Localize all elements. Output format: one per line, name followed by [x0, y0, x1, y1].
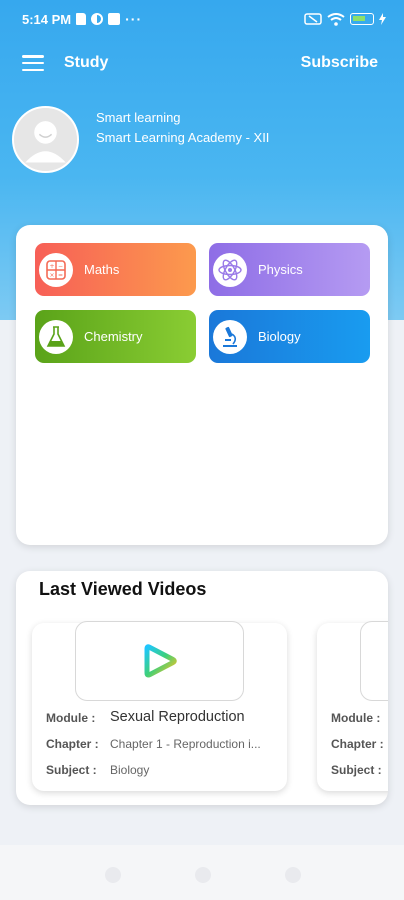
atom-icon: [213, 252, 247, 287]
chapter-label: Chapter :: [46, 737, 99, 751]
subject-label: Maths: [84, 262, 120, 277]
module-label: Module :: [46, 711, 96, 725]
subject-label: Subject :: [331, 763, 382, 777]
calculator-icon: + − × =: [39, 252, 73, 287]
subjects-card: + − × = Maths Physics Chemistry Biology: [16, 225, 388, 545]
more-dots-icon: ···: [125, 11, 143, 27]
flask-icon: [39, 319, 73, 354]
play-logo-icon: [144, 644, 177, 678]
module-value: Sexual Reproduction: [110, 709, 245, 725]
section-title: Last Viewed Videos: [39, 579, 207, 599]
charging-icon: [379, 13, 386, 25]
subject-chemistry-button[interactable]: Chemistry: [35, 310, 196, 363]
video-thumbnail[interactable]: [360, 621, 388, 701]
subject-maths-button[interactable]: + − × = Maths: [35, 243, 196, 296]
chapter-row: Chapter :: [331, 737, 384, 751]
subject-row: Subject : Biology: [46, 763, 149, 777]
status-time: 5:14 PM: [22, 11, 72, 27]
video-thumbnail[interactable]: [75, 621, 244, 701]
profile-name: Smart learning: [96, 110, 181, 125]
module-row: Module :: [331, 711, 380, 725]
subject-physics-button[interactable]: Physics: [209, 243, 370, 296]
battery-saver-icon: [304, 13, 322, 25]
microscope-icon: [213, 319, 247, 354]
chapter-label: Chapter :: [331, 737, 384, 751]
svg-text:=: =: [58, 272, 63, 279]
subject-label: Biology: [258, 329, 301, 344]
subscribe-button[interactable]: Subscribe: [301, 54, 378, 72]
profile-section: Smart learning Smart Learning Academy - …: [12, 106, 269, 173]
square-icon: [108, 13, 121, 25]
hamburger-icon[interactable]: [22, 55, 44, 71]
module-label: Module :: [331, 711, 381, 725]
chapter-row: Chapter : Chapter 1 - Reproduction i...: [46, 737, 261, 751]
svg-text:×: ×: [50, 272, 55, 279]
subject-label: Subject :: [46, 763, 97, 777]
status-bar: 5:14 PM ···: [0, 0, 404, 38]
subject-label: Chemistry: [84, 329, 143, 344]
video-card[interactable]: Module : Sexual Reproduction Chapter : C…: [32, 621, 287, 791]
svg-text:+: +: [50, 263, 55, 270]
last-viewed-card: Last Viewed Videos Module : Sexual Repro…: [16, 571, 388, 805]
data-saver-icon: [91, 13, 104, 25]
battery-icon: [350, 13, 374, 25]
profile-academy: Smart Learning Academy - XII: [96, 130, 270, 145]
video-card[interactable]: Module : Chapter : Subject :: [317, 621, 388, 791]
home-icon[interactable]: [195, 867, 211, 883]
page-title: Study: [64, 54, 109, 71]
default-avatar-icon[interactable]: [12, 106, 79, 173]
sd-card-icon: [76, 13, 87, 25]
back-icon[interactable]: [285, 867, 301, 883]
subject-biology-button[interactable]: Biology: [209, 310, 370, 363]
wifi-icon: [327, 12, 345, 26]
subject-label: Physics: [258, 262, 303, 277]
recents-icon[interactable]: [105, 867, 121, 883]
system-nav-bar: [0, 845, 404, 900]
app-bar: Study Subscribe: [0, 44, 404, 82]
chapter-value: Chapter 1 - Reproduction i...: [110, 737, 261, 751]
subject-value: Biology: [110, 763, 150, 777]
subject-row: Subject :: [331, 763, 382, 777]
svg-text:−: −: [58, 263, 63, 270]
module-row: Module : Sexual Reproduction: [46, 709, 245, 725]
